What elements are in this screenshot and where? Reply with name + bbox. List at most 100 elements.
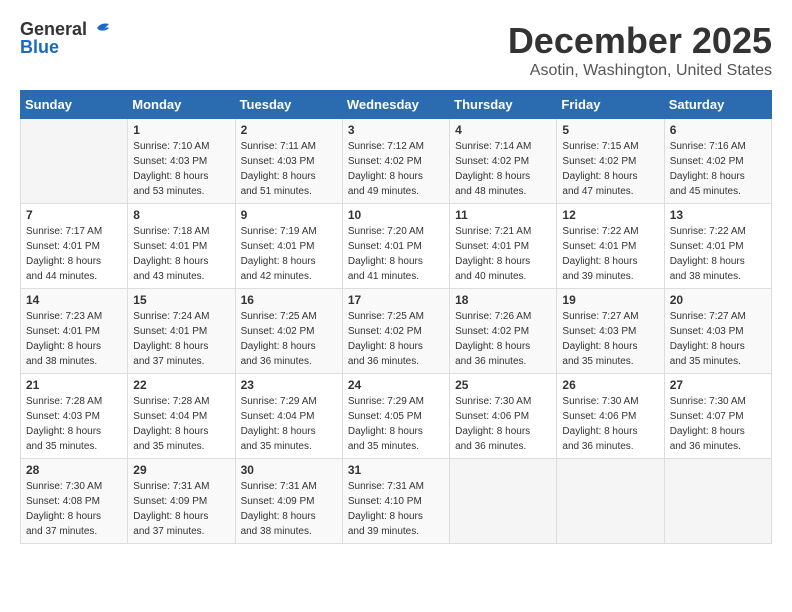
logo-text-general: General bbox=[20, 20, 87, 38]
day-info: Sunrise: 7:12 AM Sunset: 4:02 PM Dayligh… bbox=[348, 139, 444, 199]
day-info: Sunrise: 7:22 AM Sunset: 4:01 PM Dayligh… bbox=[670, 224, 766, 284]
day-info: Sunrise: 7:31 AM Sunset: 4:09 PM Dayligh… bbox=[241, 479, 337, 539]
calendar-cell: 14 Sunrise: 7:23 AM Sunset: 4:01 PM Dayli… bbox=[21, 289, 128, 374]
calendar-week-row: 28 Sunrise: 7:30 AM Sunset: 4:08 PM Dayli… bbox=[21, 459, 772, 544]
day-info: Sunrise: 7:19 AM Sunset: 4:01 PM Dayligh… bbox=[241, 224, 337, 284]
day-info: Sunrise: 7:26 AM Sunset: 4:02 PM Dayligh… bbox=[455, 309, 551, 369]
day-info: Sunrise: 7:14 AM Sunset: 4:02 PM Dayligh… bbox=[455, 139, 551, 199]
day-number: 28 bbox=[26, 463, 122, 477]
calendar-cell: 13 Sunrise: 7:22 AM Sunset: 4:01 PM Dayli… bbox=[664, 204, 771, 289]
day-number: 2 bbox=[241, 123, 337, 137]
day-info: Sunrise: 7:25 AM Sunset: 4:02 PM Dayligh… bbox=[241, 309, 337, 369]
day-info: Sunrise: 7:28 AM Sunset: 4:03 PM Dayligh… bbox=[26, 394, 122, 454]
day-info: Sunrise: 7:24 AM Sunset: 4:01 PM Dayligh… bbox=[133, 309, 229, 369]
day-info: Sunrise: 7:16 AM Sunset: 4:02 PM Dayligh… bbox=[670, 139, 766, 199]
day-info: Sunrise: 7:31 AM Sunset: 4:09 PM Dayligh… bbox=[133, 479, 229, 539]
calendar-cell: 17Sunrise: 7:25 AM Sunset: 4:02 PM Dayli… bbox=[342, 289, 449, 374]
day-info: Sunrise: 7:27 AM Sunset: 4:03 PM Dayligh… bbox=[562, 309, 658, 369]
day-info: Sunrise: 7:31 AM Sunset: 4:10 PM Dayligh… bbox=[348, 479, 444, 539]
day-info: Sunrise: 7:27 AM Sunset: 4:03 PM Dayligh… bbox=[670, 309, 766, 369]
day-number: 29 bbox=[133, 463, 229, 477]
day-number: 13 bbox=[670, 208, 766, 222]
calendar-cell: 8 Sunrise: 7:18 AM Sunset: 4:01 PM Daylig… bbox=[128, 204, 235, 289]
weekday-header-sunday: Sunday bbox=[21, 91, 128, 119]
day-number: 26 bbox=[562, 378, 658, 392]
weekday-header-tuesday: Tuesday bbox=[235, 91, 342, 119]
day-number: 16 bbox=[241, 293, 337, 307]
day-number: 4 bbox=[455, 123, 551, 137]
calendar-cell bbox=[450, 459, 557, 544]
calendar-cell: 3 Sunrise: 7:12 AM Sunset: 4:02 PM Daylig… bbox=[342, 119, 449, 204]
calendar-week-row: 21 Sunrise: 7:28 AM Sunset: 4:03 PM Dayli… bbox=[21, 374, 772, 459]
day-number: 14 bbox=[26, 293, 122, 307]
day-info: Sunrise: 7:28 AM Sunset: 4:04 PM Dayligh… bbox=[133, 394, 229, 454]
calendar-week-row: 1Sunrise: 7:10 AM Sunset: 4:03 PM Daylig… bbox=[21, 119, 772, 204]
calendar-week-row: 7 Sunrise: 7:17 AM Sunset: 4:01 PM Daylig… bbox=[21, 204, 772, 289]
calendar-cell: 11Sunrise: 7:21 AM Sunset: 4:01 PM Dayli… bbox=[450, 204, 557, 289]
day-info: Sunrise: 7:30 AM Sunset: 4:08 PM Dayligh… bbox=[26, 479, 122, 539]
day-number: 19 bbox=[562, 293, 658, 307]
calendar-cell: 9 Sunrise: 7:19 AM Sunset: 4:01 PM Daylig… bbox=[235, 204, 342, 289]
day-info: Sunrise: 7:30 AM Sunset: 4:07 PM Dayligh… bbox=[670, 394, 766, 454]
day-number: 6 bbox=[670, 123, 766, 137]
header: General Blue December 2025 Asotin, Washi… bbox=[20, 20, 772, 80]
calendar-cell: 28 Sunrise: 7:30 AM Sunset: 4:08 PM Dayli… bbox=[21, 459, 128, 544]
calendar-cell: 31Sunrise: 7:31 AM Sunset: 4:10 PM Dayli… bbox=[342, 459, 449, 544]
day-number: 8 bbox=[133, 208, 229, 222]
calendar-cell: 1Sunrise: 7:10 AM Sunset: 4:03 PM Daylig… bbox=[128, 119, 235, 204]
day-number: 5 bbox=[562, 123, 658, 137]
calendar-cell: 6 Sunrise: 7:16 AM Sunset: 4:02 PM Daylig… bbox=[664, 119, 771, 204]
calendar-cell: 5 Sunrise: 7:15 AM Sunset: 4:02 PM Daylig… bbox=[557, 119, 664, 204]
day-number: 20 bbox=[670, 293, 766, 307]
calendar-title: December 2025 bbox=[508, 20, 772, 62]
weekday-header-saturday: Saturday bbox=[664, 91, 771, 119]
day-info: Sunrise: 7:30 AM Sunset: 4:06 PM Dayligh… bbox=[562, 394, 658, 454]
calendar-table: SundayMondayTuesdayWednesdayThursdayFrid… bbox=[20, 90, 772, 544]
day-info: Sunrise: 7:21 AM Sunset: 4:01 PM Dayligh… bbox=[455, 224, 551, 284]
calendar-cell: 24Sunrise: 7:29 AM Sunset: 4:05 PM Dayli… bbox=[342, 374, 449, 459]
calendar-cell: 7 Sunrise: 7:17 AM Sunset: 4:01 PM Daylig… bbox=[21, 204, 128, 289]
day-number: 21 bbox=[26, 378, 122, 392]
calendar-cell: 23Sunrise: 7:29 AM Sunset: 4:04 PM Dayli… bbox=[235, 374, 342, 459]
day-number: 7 bbox=[26, 208, 122, 222]
day-info: Sunrise: 7:15 AM Sunset: 4:02 PM Dayligh… bbox=[562, 139, 658, 199]
day-number: 3 bbox=[348, 123, 444, 137]
calendar-cell: 21 Sunrise: 7:28 AM Sunset: 4:03 PM Dayli… bbox=[21, 374, 128, 459]
calendar-cell: 22Sunrise: 7:28 AM Sunset: 4:04 PM Dayli… bbox=[128, 374, 235, 459]
calendar-subtitle: Asotin, Washington, United States bbox=[508, 62, 772, 80]
calendar-cell: 16 Sunrise: 7:25 AM Sunset: 4:02 PM Dayli… bbox=[235, 289, 342, 374]
day-number: 23 bbox=[241, 378, 337, 392]
weekday-header-monday: Monday bbox=[128, 91, 235, 119]
title-section: December 2025 Asotin, Washington, United… bbox=[508, 20, 772, 80]
weekday-header-wednesday: Wednesday bbox=[342, 91, 449, 119]
calendar-cell: 30Sunrise: 7:31 AM Sunset: 4:09 PM Dayli… bbox=[235, 459, 342, 544]
calendar-cell: 19 Sunrise: 7:27 AM Sunset: 4:03 PM Dayli… bbox=[557, 289, 664, 374]
day-info: Sunrise: 7:10 AM Sunset: 4:03 PM Dayligh… bbox=[133, 139, 229, 199]
logo-text-blue: Blue bbox=[20, 38, 59, 56]
day-number: 12 bbox=[562, 208, 658, 222]
calendar-cell: 29 Sunrise: 7:31 AM Sunset: 4:09 PM Dayli… bbox=[128, 459, 235, 544]
calendar-cell: 2Sunrise: 7:11 AM Sunset: 4:03 PM Daylig… bbox=[235, 119, 342, 204]
day-info: Sunrise: 7:17 AM Sunset: 4:01 PM Dayligh… bbox=[26, 224, 122, 284]
day-info: Sunrise: 7:25 AM Sunset: 4:02 PM Dayligh… bbox=[348, 309, 444, 369]
calendar-cell: 25 Sunrise: 7:30 AM Sunset: 4:06 PM Dayli… bbox=[450, 374, 557, 459]
calendar-cell: 18Sunrise: 7:26 AM Sunset: 4:02 PM Dayli… bbox=[450, 289, 557, 374]
day-number: 25 bbox=[455, 378, 551, 392]
calendar-week-row: 14 Sunrise: 7:23 AM Sunset: 4:01 PM Dayli… bbox=[21, 289, 772, 374]
day-info: Sunrise: 7:22 AM Sunset: 4:01 PM Dayligh… bbox=[562, 224, 658, 284]
calendar-cell: 4 Sunrise: 7:14 AM Sunset: 4:02 PM Daylig… bbox=[450, 119, 557, 204]
calendar-cell: 20 Sunrise: 7:27 AM Sunset: 4:03 PM Dayli… bbox=[664, 289, 771, 374]
day-info: Sunrise: 7:20 AM Sunset: 4:01 PM Dayligh… bbox=[348, 224, 444, 284]
calendar-cell: 10 Sunrise: 7:20 AM Sunset: 4:01 PM Dayli… bbox=[342, 204, 449, 289]
calendar-cell bbox=[557, 459, 664, 544]
day-info: Sunrise: 7:30 AM Sunset: 4:06 PM Dayligh… bbox=[455, 394, 551, 454]
calendar-cell: 27Sunrise: 7:30 AM Sunset: 4:07 PM Dayli… bbox=[664, 374, 771, 459]
calendar-cell bbox=[664, 459, 771, 544]
day-info: Sunrise: 7:18 AM Sunset: 4:01 PM Dayligh… bbox=[133, 224, 229, 284]
weekday-header-friday: Friday bbox=[557, 91, 664, 119]
day-info: Sunrise: 7:29 AM Sunset: 4:05 PM Dayligh… bbox=[348, 394, 444, 454]
day-number: 10 bbox=[348, 208, 444, 222]
day-info: Sunrise: 7:23 AM Sunset: 4:01 PM Dayligh… bbox=[26, 309, 122, 369]
weekday-header-row: SundayMondayTuesdayWednesdayThursdayFrid… bbox=[21, 91, 772, 119]
day-number: 9 bbox=[241, 208, 337, 222]
